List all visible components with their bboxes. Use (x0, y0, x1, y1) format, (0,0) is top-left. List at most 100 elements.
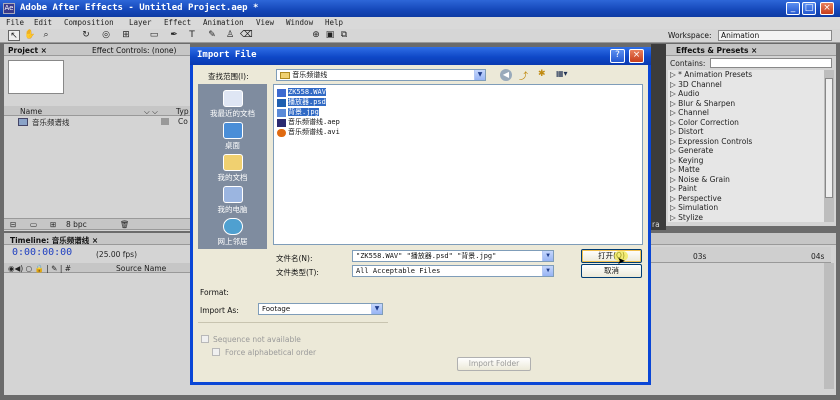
trash-icon[interactable]: 🗑 (120, 220, 130, 229)
place-my-documents[interactable]: 我的文档 (198, 154, 267, 183)
sequence-checkbox[interactable] (201, 335, 209, 343)
effects-item[interactable]: ▷ Noise & Grain (670, 175, 730, 184)
pen-tool-icon[interactable]: ✒ (168, 30, 180, 41)
up-folder-icon[interactable]: ⤴ (519, 69, 533, 82)
rotate-tool-icon[interactable]: ↻ (80, 30, 92, 41)
tab-effect-controls[interactable]: Effect Controls: (none) (92, 46, 176, 55)
dialog-close-button[interactable]: × (629, 49, 644, 63)
look-in-select[interactable]: 音乐频谱线 ▼ (276, 69, 486, 81)
file-item[interactable]: 音乐频谱线.aep (277, 118, 340, 127)
selection-tool-icon[interactable]: ↖ (8, 30, 20, 41)
effects-item[interactable]: ▷ Blur & Sharpen (670, 99, 735, 108)
back-icon[interactable]: ◀ (500, 69, 512, 81)
effects-item[interactable]: ▷ Distort (670, 127, 703, 136)
clone-stamp-icon[interactable]: ♙ (224, 30, 236, 41)
effects-item[interactable]: ▷ Paint (670, 184, 697, 193)
network-places-icon (222, 218, 243, 235)
menu-animation[interactable]: Animation (203, 18, 244, 27)
filename-input[interactable]: "ZK558.WAV" "播放器.psd" "背景.jpg" ▼ (352, 250, 554, 262)
sort-arrow-icon[interactable]: ⌵ ⌵ (144, 107, 158, 117)
pan-behind-icon[interactable]: ⊞ (120, 30, 132, 41)
chevron-down-icon[interactable]: ▼ (371, 304, 382, 314)
view-menu-icon[interactable]: ▦▾ (556, 69, 578, 81)
app-title-bar: Ae Adobe After Effects - Untitled Projec… (0, 0, 840, 17)
effects-item[interactable]: ▷ 3D Channel (670, 80, 722, 89)
effects-item[interactable]: ▷ Expression Controls (670, 137, 752, 146)
new-comp-icon[interactable]: ⊞ (50, 220, 56, 229)
tab-timeline[interactable]: Timeline: 音乐频谱线 × (10, 235, 98, 246)
effects-item[interactable]: ▷ Color Correction (670, 118, 739, 127)
interpret-footage-icon[interactable]: ⊟ (10, 220, 16, 229)
tab-project[interactable]: Project × (8, 46, 47, 55)
brush-tool-icon[interactable]: ✎ (206, 30, 218, 41)
effects-item[interactable]: ▷ Audio (670, 89, 699, 98)
menu-layer[interactable]: Layer (129, 18, 152, 27)
maximize-button[interactable]: □ (802, 2, 816, 15)
tab-effects-presets[interactable]: Effects & Presets × (676, 46, 757, 55)
effects-scrollbar[interactable] (824, 70, 834, 222)
project-item-row[interactable]: 音乐频谱线 Co (4, 117, 190, 127)
menu-effect[interactable]: Effect (164, 18, 191, 27)
axis-mode-icon[interactable]: ⊕ (310, 30, 322, 41)
effects-item[interactable]: ▷ * Animation Presets (670, 70, 752, 79)
effects-item[interactable]: ▷ Channel (670, 108, 709, 117)
minimize-button[interactable]: _ (786, 2, 800, 15)
view-axis-icon[interactable]: ⧉ (338, 30, 350, 41)
col-source-name[interactable]: Source Name (116, 264, 166, 273)
workspace-select[interactable]: Animation (718, 30, 832, 41)
orbit-camera-icon[interactable]: ◎ (100, 30, 112, 41)
place-my-computer[interactable]: 我的电脑 (198, 186, 267, 215)
av-switches-icon[interactable]: ◉◀) ○ 🔒 | ✎ | # (8, 264, 71, 273)
file-item[interactable]: ZK558.WAV (277, 88, 326, 97)
place-desktop[interactable]: 桌面 (198, 122, 267, 151)
place-network[interactable]: 网上邻居 (198, 218, 267, 247)
import-folder-button[interactable]: Import Folder (457, 357, 531, 371)
cancel-button[interactable]: 取消 (581, 264, 642, 278)
col-name[interactable]: Name (20, 107, 42, 116)
filetype-select[interactable]: All Acceptable Files ▼ (352, 265, 554, 277)
menu-view[interactable]: View (256, 18, 274, 27)
filename-label: 文件名(N): (276, 254, 313, 263)
dialog-title-bar: Import File ? × (190, 47, 651, 65)
effects-item[interactable]: ▷ Simulation (670, 203, 718, 212)
timeline-scrollbar[interactable] (824, 263, 834, 389)
force-alpha-checkbox[interactable] (212, 348, 220, 356)
place-recent-documents[interactable]: 我最近的文档 (198, 90, 267, 119)
chevron-down-icon[interactable]: ▼ (542, 251, 553, 261)
effects-item[interactable]: ▷ Keying (670, 156, 703, 165)
import-as-select[interactable]: Footage ▼ (258, 303, 383, 315)
time-ruler[interactable]: 03s 04s (651, 247, 831, 263)
file-item[interactable]: 播放器.psd (277, 98, 326, 107)
mask-tool-icon[interactable]: ▭ (148, 30, 160, 41)
world-axis-icon[interactable]: ▣ (324, 30, 336, 41)
hand-tool-icon[interactable]: ✋ (24, 30, 36, 41)
effects-scroll-thumb[interactable] (825, 78, 833, 198)
menu-edit[interactable]: Edit (34, 18, 52, 27)
col-type[interactable]: Typ (176, 107, 189, 116)
close-button[interactable]: × (820, 2, 834, 15)
menu-file[interactable]: File (6, 18, 24, 27)
chevron-down-icon[interactable]: ▼ (542, 266, 553, 276)
text-tool-icon[interactable]: T (186, 30, 198, 41)
menu-help[interactable]: Help (325, 18, 343, 27)
menu-composition[interactable]: Composition (64, 18, 114, 27)
contains-search-input[interactable] (710, 58, 832, 68)
timecode[interactable]: 0:00:00:00 (12, 247, 72, 258)
effects-item[interactable]: ▷ Matte (670, 165, 700, 174)
wav-file-icon (277, 89, 286, 97)
app-title: Adobe After Effects - Untitled Project.a… (20, 3, 259, 13)
new-folder-icon[interactable]: ✱ (538, 69, 552, 81)
file-item[interactable]: 音乐频谱线.avi (277, 128, 340, 137)
help-button[interactable]: ? (610, 49, 625, 63)
effects-item[interactable]: ▷ Generate (670, 146, 713, 155)
eraser-tool-icon[interactable]: ⌫ (240, 30, 253, 41)
new-folder-icon[interactable]: ▭ (30, 220, 37, 229)
menu-window[interactable]: Window (286, 18, 313, 27)
file-item[interactable]: 背景.jpg (277, 108, 319, 117)
effects-item[interactable]: ▷ Stylize (670, 213, 703, 222)
open-button[interactable]: 打开(O) (581, 249, 642, 263)
chevron-down-icon[interactable]: ▼ (474, 70, 485, 80)
bpc-label[interactable]: 8 bpc (66, 220, 87, 229)
zoom-tool-icon[interactable]: ⌕ (40, 30, 52, 41)
effects-item[interactable]: ▷ Perspective (670, 194, 722, 203)
